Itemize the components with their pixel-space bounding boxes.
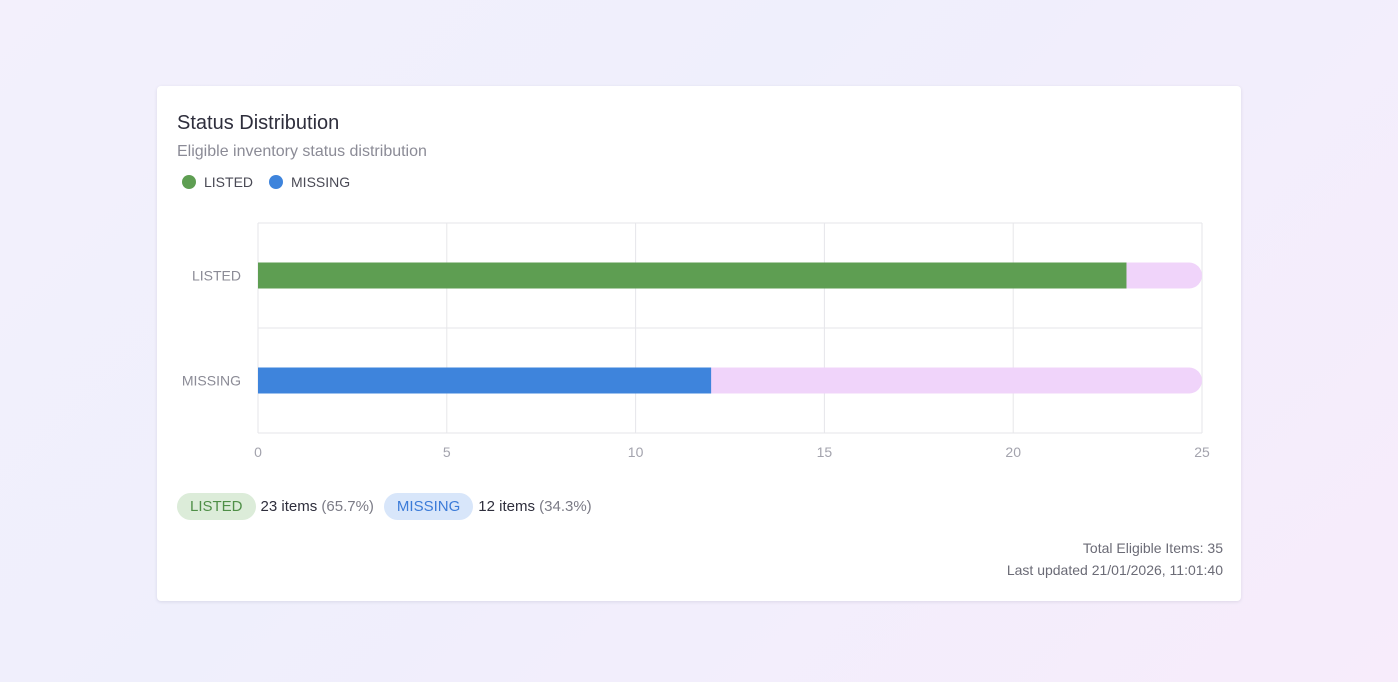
bar-missing xyxy=(258,367,712,394)
x-tick-label: 0 xyxy=(254,444,262,460)
x-tick-label: 15 xyxy=(817,444,833,460)
last-updated: Last updated 21/01/2026, 11:01:40 xyxy=(1006,562,1223,578)
listed-badge: LISTED xyxy=(177,493,256,520)
x-tick-label: 20 xyxy=(1005,444,1021,460)
card-footer: Total Eligible Items: 35 Last updated 21… xyxy=(1007,537,1223,581)
total-eligible-items: Total Eligible Items: 35 xyxy=(1082,540,1223,556)
listed-summary: 23 items (65.7%) xyxy=(261,498,374,515)
missing-badge: MISSING xyxy=(383,493,474,520)
y-tick-label: MISSING xyxy=(182,373,241,389)
missing-percent: (34.3%) xyxy=(539,498,592,515)
bar-listed xyxy=(258,262,1127,289)
listed-count: 23 items xyxy=(260,498,318,515)
missing-count: 12 items xyxy=(478,498,535,515)
y-tick-label: LISTED xyxy=(192,268,241,284)
x-tick-label: 25 xyxy=(1194,444,1210,460)
x-tick-label: 10 xyxy=(628,444,644,460)
status-distribution-card: Status Distribution Eligible inventory s… xyxy=(157,86,1241,601)
missing-summary: 12 items (34.3%) xyxy=(478,498,591,515)
x-tick-label: 5 xyxy=(443,444,451,460)
listed-percent: (65.7%) xyxy=(321,498,374,515)
summary-row: LISTED 23 items (65.7%) MISSING 12 items… xyxy=(177,493,602,520)
bar-chart: 0 5 10 15 20 25 LISTED MISSING xyxy=(182,222,1210,460)
